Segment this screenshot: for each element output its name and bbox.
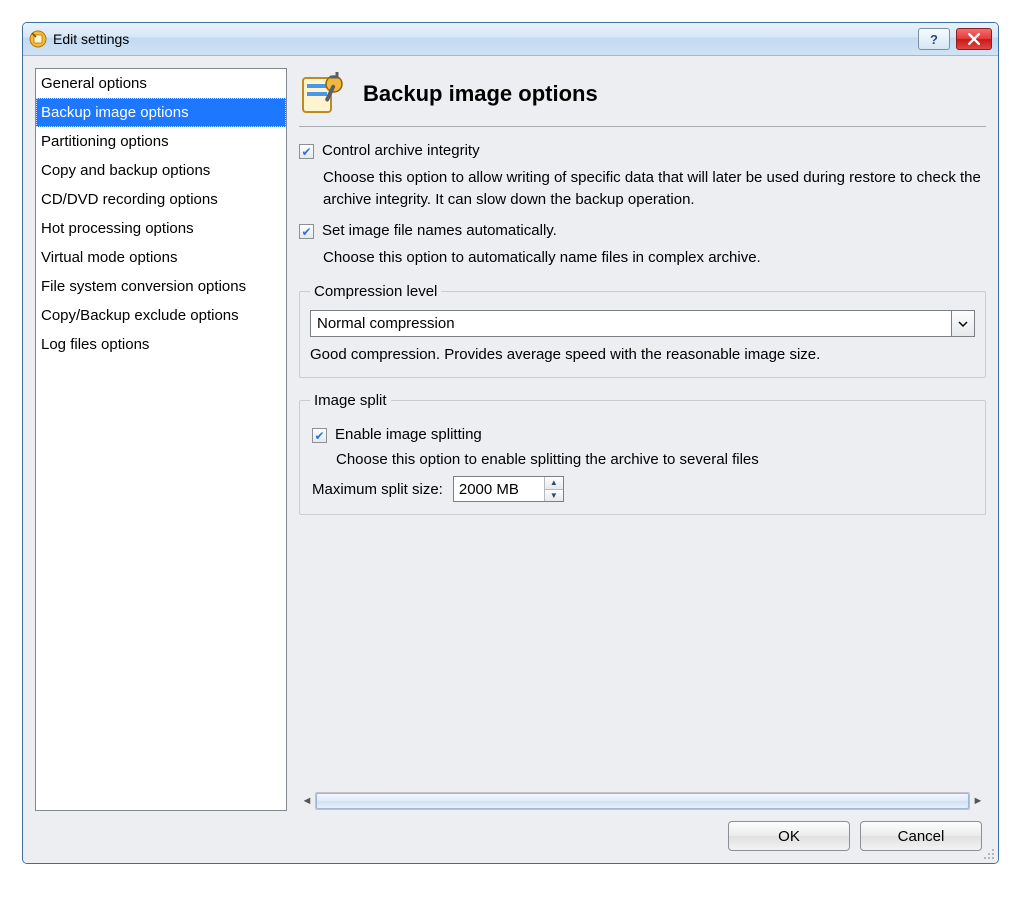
scroll-left-icon[interactable]: ◄ — [299, 795, 315, 807]
edit-settings-dialog: Edit settings ? General optionsBackup im… — [22, 22, 999, 864]
compression-legend: Compression level — [310, 283, 441, 300]
page-icon — [301, 72, 345, 116]
titlebar[interactable]: Edit settings ? — [23, 23, 998, 56]
horizontal-scrollbar[interactable]: ◄ ► — [299, 791, 986, 811]
control-archive-integrity-label: Control archive integrity — [322, 141, 480, 161]
scrollbar-thumb[interactable] — [316, 793, 969, 809]
compression-group: Compression level Normal compression Goo… — [299, 283, 986, 378]
chevron-down-icon[interactable] — [951, 311, 974, 336]
sidebar-item[interactable]: CD/DVD recording options — [36, 185, 286, 214]
spin-up-icon[interactable]: ▲ — [545, 477, 563, 490]
page-title: Backup image options — [363, 81, 598, 107]
sidebar-item[interactable]: Partitioning options — [36, 127, 286, 156]
auto-name-label: Set image file names automatically. — [322, 221, 557, 241]
sidebar-item[interactable]: Copy and backup options — [36, 156, 286, 185]
control-archive-integrity-checkbox[interactable]: ✔ — [299, 144, 314, 159]
image-split-group: Image split ✔ Enable image splitting Cho… — [299, 392, 986, 515]
enable-splitting-checkbox[interactable]: ✔ — [312, 428, 327, 443]
settings-panel: Backup image options ✔ Control archive i… — [299, 68, 986, 811]
sidebar-item[interactable]: Backup image options — [36, 98, 286, 127]
auto-name-checkbox[interactable]: ✔ — [299, 224, 314, 239]
ok-button[interactable]: OK — [728, 821, 850, 851]
max-split-label: Maximum split size: — [312, 481, 443, 498]
compression-dropdown[interactable]: Normal compression — [310, 310, 975, 337]
dialog-content: General optionsBackup image optionsParti… — [23, 56, 998, 863]
spin-down-icon[interactable]: ▼ — [545, 490, 563, 502]
control-archive-integrity-desc: Choose this option to allow writing of s… — [323, 167, 986, 211]
compression-hint: Good compression. Provides average speed… — [310, 345, 975, 365]
window-title: Edit settings — [53, 31, 129, 47]
image-split-legend: Image split — [310, 392, 391, 409]
enable-splitting-label: Enable image splitting — [335, 425, 482, 445]
sidebar-item[interactable]: File system conversion options — [36, 272, 286, 301]
help-button[interactable]: ? — [918, 28, 950, 50]
enable-splitting-desc: Choose this option to enable splitting t… — [336, 451, 975, 468]
sidebar-item[interactable]: Virtual mode options — [36, 243, 286, 272]
compression-value: Normal compression — [317, 315, 455, 332]
close-button[interactable] — [956, 28, 992, 50]
scrollbar-track[interactable] — [315, 792, 970, 810]
app-icon — [29, 30, 47, 48]
sidebar-item[interactable]: Hot processing options — [36, 214, 286, 243]
scroll-right-icon[interactable]: ► — [970, 795, 986, 807]
auto-name-desc: Choose this option to automatically name… — [323, 247, 986, 269]
sidebar-item[interactable]: General options — [36, 69, 286, 98]
max-split-size-input[interactable]: ▲ ▼ — [453, 476, 564, 502]
category-list[interactable]: General optionsBackup image optionsParti… — [35, 68, 287, 811]
max-split-size-field[interactable] — [454, 477, 544, 501]
cancel-button[interactable]: Cancel — [860, 821, 982, 851]
sidebar-item[interactable]: Log files options — [36, 330, 286, 359]
sidebar-item[interactable]: Copy/Backup exclude options — [36, 301, 286, 330]
